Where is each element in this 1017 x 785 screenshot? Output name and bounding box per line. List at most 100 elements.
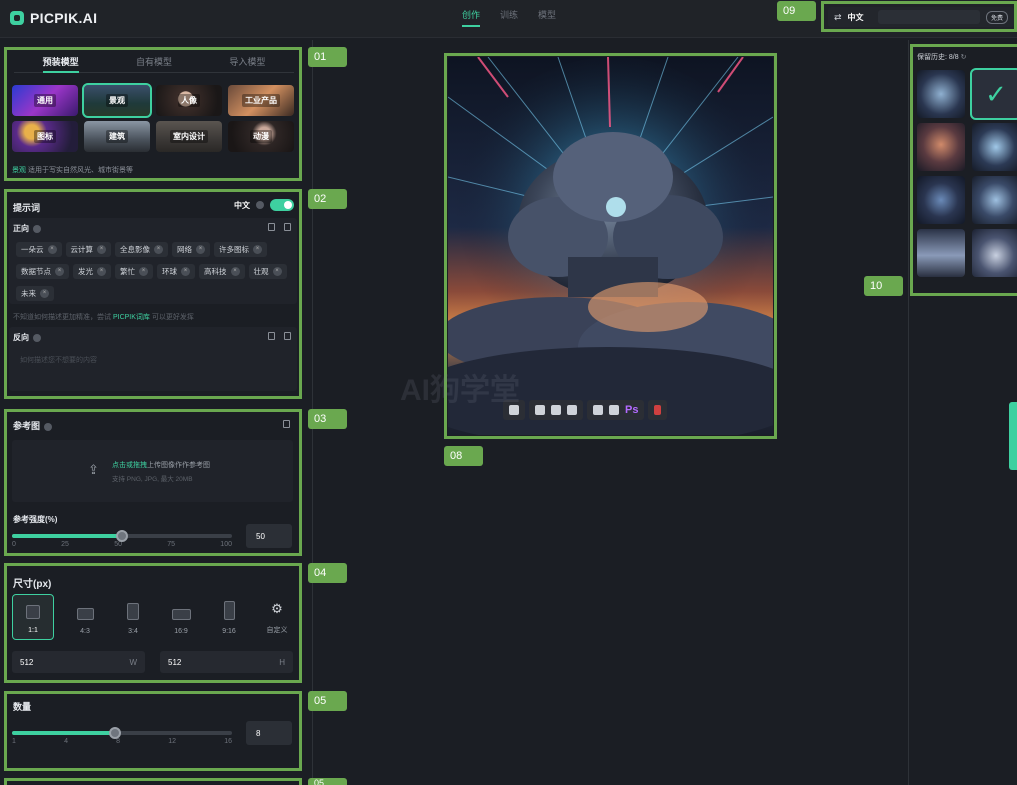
- layers-icon[interactable]: [609, 405, 619, 415]
- remove-tag-icon[interactable]: ×: [272, 267, 282, 276]
- strength-value[interactable]: 50: [246, 524, 292, 548]
- remove-tag-icon[interactable]: ×: [97, 245, 106, 254]
- model-card-general[interactable]: 通用: [12, 85, 78, 116]
- prompt-tag[interactable]: 云计算 ×: [65, 242, 111, 257]
- prompt-tag[interactable]: 数据节点 ×: [16, 264, 69, 279]
- model-hint-name: 景观: [12, 167, 26, 174]
- strength-knob[interactable]: [116, 530, 128, 542]
- size-option-16-9[interactable]: 16:9: [160, 594, 202, 640]
- trash-icon[interactable]: [268, 332, 275, 340]
- translate-icon: ⇄: [834, 11, 842, 22]
- tab-train[interactable]: 训练: [500, 8, 518, 27]
- height-field[interactable]: 512 H: [160, 651, 293, 673]
- history-thumb[interactable]: [917, 229, 965, 277]
- trash-icon[interactable]: [268, 223, 275, 231]
- reference-upload-zone[interactable]: [12, 440, 293, 502]
- upload-subtext: 支持 PNG, JPG, 最大 20MB: [112, 476, 193, 483]
- remove-tag-icon[interactable]: ×: [47, 245, 57, 254]
- scatter-icon[interactable]: [551, 405, 561, 415]
- crop-icon[interactable]: [593, 405, 603, 415]
- picpik-dictionary-link[interactable]: PICPIK词库: [113, 314, 150, 321]
- annotation-08: 08: [444, 446, 483, 466]
- history-thumb[interactable]: [917, 123, 965, 171]
- photoshop-button[interactable]: Ps: [625, 404, 638, 416]
- prompt-tag[interactable]: 发光 ×: [73, 264, 111, 279]
- tab-models[interactable]: 模型: [538, 8, 556, 27]
- size-option-1-1[interactable]: 1:1: [12, 594, 54, 640]
- prompt-tag[interactable]: 未来 ×: [16, 286, 54, 301]
- language-label[interactable]: 中文: [848, 12, 864, 23]
- slider-tick: 25: [61, 541, 69, 548]
- prompt-tag[interactable]: 壮观 ×: [248, 264, 287, 279]
- tab-preset-models[interactable]: 预装模型: [42, 55, 79, 73]
- model-card-interior[interactable]: 室内设计: [156, 121, 222, 152]
- annotation-09: 09: [777, 1, 816, 21]
- negative-actions: [268, 332, 291, 340]
- history-thumb[interactable]: [917, 70, 965, 118]
- history-thumb[interactable]: [917, 176, 965, 224]
- size-option-custom[interactable]: ⚙ 自定义: [256, 594, 298, 640]
- slider-tick: 0: [12, 541, 16, 548]
- tab-create[interactable]: 创作: [462, 8, 481, 27]
- remove-tag-icon[interactable]: ×: [196, 245, 205, 254]
- history-thumb-selected[interactable]: ✓: [970, 68, 1017, 120]
- annotation-06: 05: [308, 778, 347, 785]
- remove-tag-icon[interactable]: ×: [97, 267, 106, 276]
- strength-fill: [12, 534, 122, 538]
- model-card-icon[interactable]: 图标: [12, 121, 78, 152]
- top-search-input[interactable]: [877, 10, 980, 24]
- strength-slider[interactable]: 0 25 50 75 100: [12, 530, 232, 548]
- prompt-tag[interactable]: 网络 ×: [172, 242, 210, 257]
- prompt-tag[interactable]: 全息影像 ×: [115, 242, 168, 257]
- remove-tag-icon[interactable]: ×: [230, 267, 240, 276]
- remove-tag-icon[interactable]: ×: [154, 245, 163, 254]
- app-title: PICPIK.AI: [30, 10, 98, 26]
- prompt-tag[interactable]: 许多图标 ×: [214, 242, 267, 257]
- prompt-tag[interactable]: 繁忙 ×: [115, 264, 153, 279]
- annotation-02: 02: [308, 189, 347, 209]
- prompt-tag[interactable]: 一朵云 ×: [16, 242, 62, 257]
- size-option-4-3[interactable]: 4:3: [64, 594, 106, 640]
- free-button[interactable]: 免费: [985, 10, 1008, 24]
- quantity-value[interactable]: 8: [246, 721, 292, 745]
- remove-tag-icon[interactable]: ×: [181, 267, 190, 276]
- size-option-3-4[interactable]: 3:4: [112, 594, 154, 640]
- trash-icon[interactable]: [283, 420, 290, 428]
- history-thumb[interactable]: [972, 229, 1017, 277]
- width-field[interactable]: 512 W: [12, 651, 145, 673]
- grid-icon[interactable]: [567, 405, 577, 415]
- model-card-industrial[interactable]: 工业产品: [228, 85, 294, 116]
- slider-tick: 75: [167, 541, 176, 548]
- main-nav: 创作 训练 模型: [462, 8, 556, 27]
- remove-tag-icon[interactable]: ×: [139, 267, 148, 276]
- tab-own-models[interactable]: 自有模型: [136, 55, 172, 72]
- remove-tag-icon[interactable]: ×: [40, 289, 49, 298]
- model-card-architecture[interactable]: 建筑: [84, 121, 150, 152]
- copy-icon[interactable]: [284, 332, 291, 340]
- model-card-anime[interactable]: 动漫: [228, 121, 294, 152]
- widescreen-icon: [171, 609, 191, 620]
- prompt-tag[interactable]: 环球 ×: [157, 264, 195, 279]
- chinese-toggle[interactable]: [270, 199, 294, 211]
- quantity-slider[interactable]: 1 4 8 12 16: [12, 727, 232, 745]
- remove-tag-icon[interactable]: ×: [55, 267, 64, 276]
- strength-label: 参考强度(%): [13, 515, 58, 524]
- copy-icon[interactable]: [284, 223, 291, 231]
- tab-import-models[interactable]: 导入模型: [229, 55, 265, 72]
- prompt-tag[interactable]: 高科技 ×: [199, 264, 245, 279]
- size-option-9-16[interactable]: 9:16: [208, 594, 250, 640]
- refresh-icon[interactable]: ↻: [961, 54, 967, 61]
- side-feedback-tab[interactable]: [1009, 402, 1017, 470]
- history-thumb[interactable]: [972, 123, 1017, 171]
- app-logo[interactable]: PICPIK.AI: [10, 10, 97, 26]
- history-thumb[interactable]: [972, 176, 1017, 224]
- model-card-landscape[interactable]: 景观: [82, 83, 152, 118]
- gear-icon: ⚙: [271, 601, 283, 616]
- language-bar: ⇄ 中文 免费: [828, 7, 1014, 27]
- remove-tag-icon[interactable]: ×: [253, 245, 262, 254]
- chat-icon[interactable]: [535, 405, 545, 415]
- annotation-box-06: [4, 778, 302, 785]
- model-card-portrait[interactable]: 人像: [156, 85, 222, 116]
- model-hint: 景观 适用于写实自然风光、城市街景等: [12, 165, 133, 175]
- trash-icon[interactable]: [654, 405, 662, 415]
